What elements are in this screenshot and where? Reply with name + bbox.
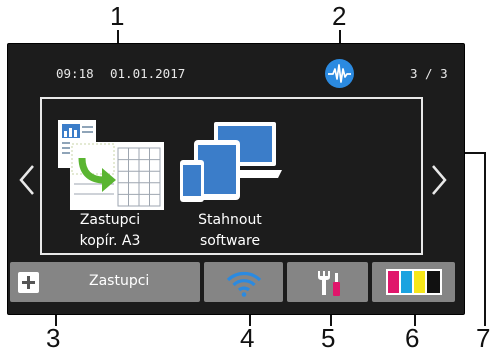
wifi-direct-pulse-icon[interactable] <box>324 58 355 89</box>
app-a3-copy-label-line2: kopír. A3 <box>79 233 141 249</box>
callout-5: 5 <box>321 323 336 353</box>
devices-icon <box>180 122 282 202</box>
callout-3: 3 <box>46 323 61 353</box>
wifi-icon <box>226 272 262 297</box>
app-a3-copy-label-line1: Zastupci <box>79 212 141 228</box>
plus-icon <box>18 272 39 293</box>
callout-7-leader-v <box>484 152 486 326</box>
callout-6: 6 <box>405 323 420 353</box>
callout-4: 4 <box>240 323 255 353</box>
wifi-button[interactable] <box>204 262 283 302</box>
ink-icon <box>386 269 442 295</box>
status-date: 01.01.2017 <box>110 66 186 81</box>
callout-2: 2 <box>332 1 347 31</box>
ink-button[interactable] <box>372 262 455 302</box>
app-download-software-label-line1: Stahnout <box>198 212 262 228</box>
previous-page-arrow[interactable] <box>14 160 40 200</box>
settings-button[interactable] <box>287 262 368 302</box>
callout-1: 1 <box>110 1 125 31</box>
app-download-software-label-line2: software <box>199 233 261 249</box>
app-download-software[interactable]: Stahnout software <box>172 110 288 254</box>
tools-icon <box>318 271 340 296</box>
page-indicator: 3 / 3 <box>410 66 448 81</box>
a3-copy-icon <box>58 120 164 210</box>
shortcuts-label: Zastupci <box>89 273 150 289</box>
status-time: 09:18 <box>56 66 94 81</box>
callout-7: 7 <box>476 323 491 353</box>
app-a3-copy-shortcut[interactable]: Zastupci kopír. A3 <box>52 110 168 254</box>
next-page-arrow[interactable] <box>426 160 452 200</box>
